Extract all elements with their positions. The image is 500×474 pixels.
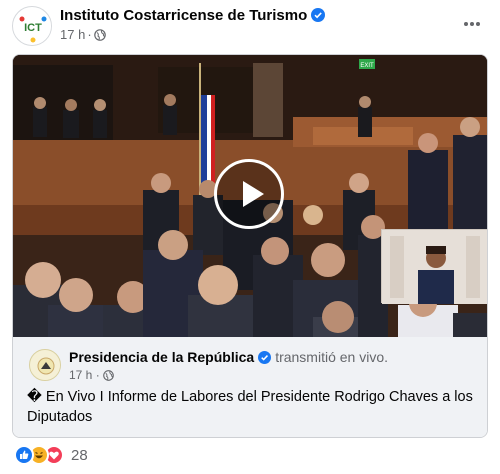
source-action-text: transmitió en vivo. — [275, 349, 389, 365]
post-header: ICT Instituto Costarricense de Turismo 1… — [0, 0, 500, 52]
page-name[interactable]: Instituto Costarricense de Turismo — [60, 7, 326, 26]
source-page-name[interactable]: Presidencia de la República — [69, 349, 254, 365]
exit-sign-label: EXIT — [360, 63, 374, 69]
presidencia-seal-icon — [32, 352, 60, 380]
video-player[interactable]: EXIT — [13, 55, 487, 337]
reactions-summary[interactable]: 28 — [14, 444, 88, 466]
more-dots-icon — [464, 22, 480, 26]
reaction-count[interactable]: 28 — [71, 447, 88, 464]
ict-logo-icon: ICT — [15, 9, 51, 45]
page-name-text[interactable]: Instituto Costarricense de Turismo — [60, 7, 307, 24]
source-globe-icon[interactable] — [103, 370, 114, 384]
page-avatar[interactable]: ICT — [12, 6, 52, 46]
source-verified-badge-icon — [258, 351, 272, 367]
more-options-button[interactable] — [458, 12, 486, 36]
play-icon — [243, 181, 264, 207]
play-button[interactable] — [214, 159, 284, 229]
shared-post-info[interactable]: Presidencia de la República transmitió en… — [13, 337, 487, 437]
globe-icon[interactable] — [93, 29, 106, 44]
shared-post-card[interactable]: EXIT Presidencia de la República transmi… — [12, 54, 488, 438]
verified-badge-icon — [311, 8, 326, 26]
shared-post-text: � En Vivo I Informe de Labores del Presi… — [27, 389, 473, 425]
source-time[interactable]: 17 h — [69, 368, 92, 382]
post-time[interactable]: 17 h — [60, 27, 85, 42]
like-icon — [14, 445, 34, 465]
source-meta-separator: · — [95, 368, 100, 382]
meta-separator: · — [87, 27, 92, 42]
source-meta: 17 h · — [69, 368, 114, 384]
post-meta: 17 h · — [60, 27, 106, 44]
avatar-text: ICT — [24, 22, 42, 34]
source-page-line: Presidencia de la República transmitió en… — [69, 349, 388, 367]
sign-language-interpreter-inset — [381, 229, 487, 304]
source-page-avatar[interactable] — [29, 349, 61, 381]
